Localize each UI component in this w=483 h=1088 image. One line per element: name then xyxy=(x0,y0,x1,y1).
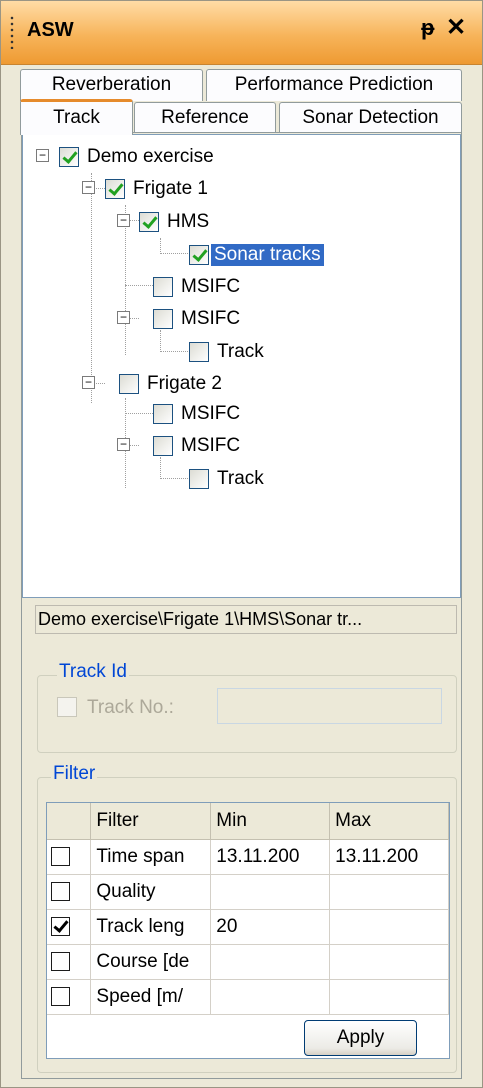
max-cell[interactable]: 13.11.200 xyxy=(329,839,449,875)
track-id-legend: Track Id xyxy=(57,661,129,683)
table-row[interactable]: Course [de xyxy=(47,944,449,980)
checkbox[interactable] xyxy=(153,277,173,297)
tree-node-sonar-tracks[interactable]: Sonar tracks xyxy=(189,239,324,271)
table-row[interactable]: Time span 13.11.200 13.11.200 xyxy=(47,839,449,875)
collapse-icon[interactable]: − xyxy=(117,214,130,227)
collapse-icon[interactable]: − xyxy=(36,149,49,162)
filter-cell[interactable]: Track leng xyxy=(90,909,212,945)
filter-cell[interactable]: Time span xyxy=(90,839,212,875)
tab-reference[interactable]: Reference xyxy=(134,102,276,134)
tab-performance-prediction[interactable]: Performance Prediction xyxy=(206,69,462,101)
pin-icon[interactable]: ᵽ xyxy=(421,15,434,41)
checkbox[interactable] xyxy=(119,374,139,394)
min-cell[interactable]: 13.11.200 xyxy=(210,839,331,875)
checkbox[interactable] xyxy=(189,469,209,489)
max-cell[interactable] xyxy=(329,979,449,1015)
max-cell[interactable] xyxy=(329,909,449,945)
tree-node-msifc[interactable]: MSIFC xyxy=(153,398,243,430)
tree-node-msifc[interactable]: MSIFC xyxy=(153,303,243,335)
tab-sonar-detection[interactable]: Sonar Detection xyxy=(279,102,462,134)
table-row[interactable]: Speed [m/ xyxy=(47,979,449,1015)
tree-node-msifc[interactable]: MSIFC xyxy=(153,271,243,303)
collapse-icon[interactable]: − xyxy=(117,311,130,324)
min-cell[interactable] xyxy=(210,979,331,1015)
tree-node-demo-exercise[interactable]: Demo exercise xyxy=(59,141,217,173)
min-cell[interactable] xyxy=(210,944,331,980)
max-cell[interactable] xyxy=(329,874,449,910)
row-checkbox[interactable] xyxy=(51,916,70,936)
tab-track[interactable]: Track xyxy=(20,99,133,135)
track-no-label: Track No.: xyxy=(87,697,174,718)
row-checkbox[interactable] xyxy=(51,846,70,866)
tree-node-track[interactable]: Track xyxy=(189,336,267,368)
tree-node-frigate-2[interactable]: Frigate 2 xyxy=(119,368,225,400)
track-tree[interactable]: − − − − − − Demo exercise Frigate 1 HMS … xyxy=(22,134,461,598)
checkbox[interactable] xyxy=(59,147,79,167)
row-checkbox[interactable] xyxy=(51,881,70,901)
drag-grip-icon[interactable] xyxy=(10,15,14,49)
min-cell[interactable]: 20 xyxy=(210,909,331,945)
tree-node-hms[interactable]: HMS xyxy=(139,206,212,238)
checkbox[interactable] xyxy=(105,179,125,199)
min-cell[interactable] xyxy=(210,874,331,910)
table-row[interactable]: Track leng 20 xyxy=(47,909,449,945)
collapse-icon[interactable]: − xyxy=(82,181,95,194)
checkbox[interactable] xyxy=(189,342,209,362)
grid-header-filter[interactable]: Filter xyxy=(90,803,212,840)
filter-legend: Filter xyxy=(51,763,98,785)
checkbox[interactable] xyxy=(139,212,159,232)
asw-panel: ASW ᵽ ✕ Reverberation Performance Predic… xyxy=(0,0,483,1088)
filter-cell[interactable]: Speed [m/ xyxy=(90,979,212,1015)
collapse-icon[interactable]: − xyxy=(117,438,130,451)
grid-header-max[interactable]: Max xyxy=(329,803,449,840)
max-cell[interactable] xyxy=(329,944,449,980)
tree-node-frigate-1[interactable]: Frigate 1 xyxy=(105,173,211,205)
title-bar[interactable]: ASW ᵽ ✕ xyxy=(1,1,482,65)
filter-cell[interactable]: Course [de xyxy=(90,944,212,980)
checkbox[interactable] xyxy=(153,404,173,424)
close-icon[interactable]: ✕ xyxy=(446,13,466,42)
row-checkbox[interactable] xyxy=(51,986,70,1006)
track-no-input[interactable] xyxy=(217,688,442,724)
selected-path: Demo exercise\Frigate 1\HMS\Sonar tr... xyxy=(35,605,457,634)
panel-title: ASW xyxy=(27,19,74,41)
grid-header-check xyxy=(47,803,92,840)
row-checkbox[interactable] xyxy=(51,951,70,971)
tab-reverberation[interactable]: Reverberation xyxy=(20,69,203,101)
table-row[interactable]: Quality xyxy=(47,874,449,910)
tree-node-msifc[interactable]: MSIFC xyxy=(153,430,243,462)
filter-cell[interactable]: Quality xyxy=(90,874,212,910)
checkbox[interactable] xyxy=(153,436,173,456)
checkbox[interactable] xyxy=(153,309,173,329)
track-no-checkbox[interactable] xyxy=(57,697,77,717)
apply-button[interactable]: Apply xyxy=(304,1020,417,1056)
tree-node-track[interactable]: Track xyxy=(189,463,267,495)
checkbox[interactable] xyxy=(189,245,209,265)
grid-header-min[interactable]: Min xyxy=(210,803,331,840)
collapse-icon[interactable]: − xyxy=(82,376,95,389)
